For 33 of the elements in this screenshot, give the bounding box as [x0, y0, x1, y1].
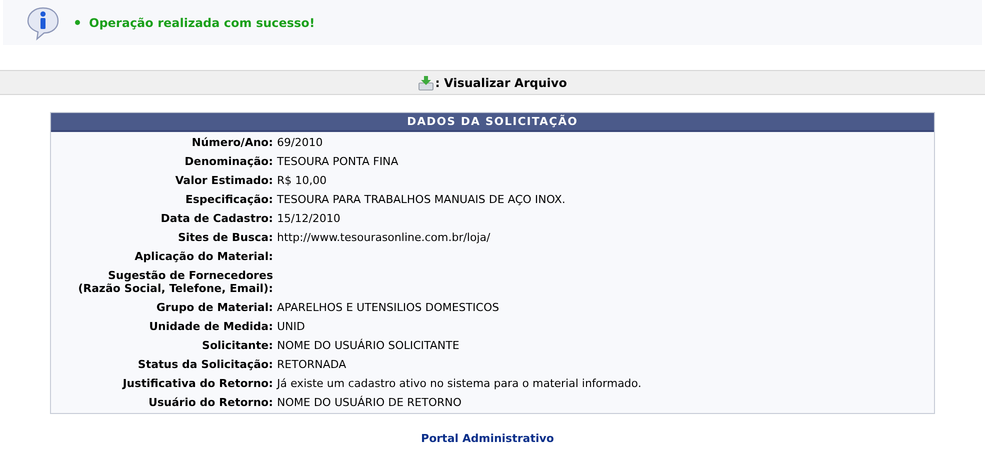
download-icon	[418, 74, 434, 90]
field-value: Já existe um cadastro ativo no sistema para o material informado.	[277, 376, 642, 392]
field-label: Usuário do Retorno:	[147, 395, 273, 411]
field-value: 69/2010	[277, 135, 323, 151]
field-label: Sugestão de Fornecedores (Razão Social, Telefone, Email):	[77, 268, 273, 297]
view-file-button[interactable]: : Visualizar Arquivo	[418, 74, 567, 92]
field-label: Denominação:	[184, 154, 273, 170]
field-value: NOME DO USUÁRIO DE RETORNO	[277, 394, 462, 411]
success-message: Operação realizada com sucesso!	[89, 14, 315, 32]
field-label: Solicitante:	[201, 338, 273, 354]
field-label: Status da Solicitação:	[136, 357, 273, 373]
bullet-icon	[75, 20, 80, 25]
field-label: Número/Ano:	[190, 135, 273, 151]
field-value: TESOURA PONTA FINA	[277, 154, 398, 170]
field-label: Unidade de Medida:	[148, 319, 273, 335]
panel-header: DADOS DA SOLICITAÇÃO	[51, 113, 934, 132]
field-label: Data de Cadastro:	[160, 211, 273, 227]
field-value: NOME DO USUÁRIO SOLICITANTE	[277, 338, 460, 354]
field-label: Valor Estimado:	[174, 173, 273, 189]
field-value: R$ 10,00	[277, 173, 327, 189]
info-icon	[25, 4, 61, 40]
field-value: 15/12/2010	[277, 211, 340, 227]
field-label: Aplicação do Material:	[134, 249, 273, 265]
field-value: http://www.tesourasonline.com.br/loja/	[277, 230, 490, 246]
field-label: Especificação:	[184, 192, 273, 208]
field-value: RETORNADA	[277, 357, 346, 373]
field-value: TESOURA PARA TRABALHOS MANUAIS DE AÇO INOX.	[277, 192, 566, 208]
field-label: Sites de Busca:	[176, 230, 273, 246]
portal-link[interactable]: Portal Administrativo	[421, 432, 554, 446]
field-value: UNID	[277, 319, 305, 335]
field-label: Justificativa do Retorno:	[121, 376, 273, 392]
field-label: Grupo de Material:	[155, 300, 273, 316]
field-value: APARELHOS E UTENSILIOS DOMESTICOS	[277, 300, 500, 316]
